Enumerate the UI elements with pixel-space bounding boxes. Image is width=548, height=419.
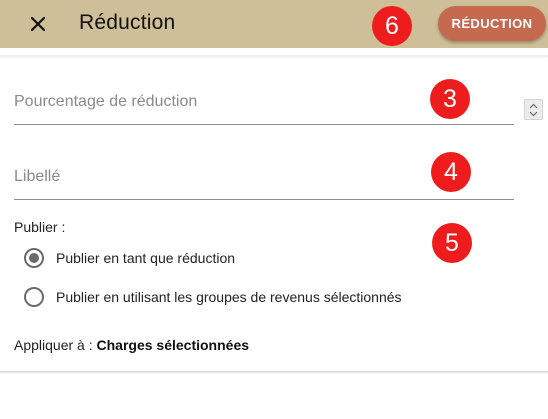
close-button[interactable] <box>22 8 54 40</box>
radio-button-checked[interactable] <box>24 248 44 268</box>
annotation-badge-5: 5 <box>432 223 472 263</box>
reduction-button[interactable]: RÉDUCTION <box>438 6 546 41</box>
spinner-up-icon[interactable] <box>529 102 538 110</box>
annotation-badge-4: 4 <box>431 152 471 192</box>
radio-button-unchecked[interactable] <box>24 287 44 307</box>
number-spinner[interactable] <box>524 99 543 120</box>
spinner-down-icon[interactable] <box>529 110 538 118</box>
page-title: Réduction <box>79 11 176 34</box>
publish-option-label: Publier en utilisant les groupes de reve… <box>56 289 402 305</box>
apply-prefix: Appliquer à : <box>14 337 93 353</box>
publish-option-revenue-groups[interactable]: Publier en utilisant les groupes de reve… <box>24 287 402 307</box>
publish-option-label: Publier en tant que réduction <box>56 250 236 266</box>
apply-to-text: Appliquer à : Charges sélectionnées <box>14 337 249 353</box>
annotation-badge-6: 6 <box>372 6 412 46</box>
panel-divider <box>0 55 548 59</box>
annotation-badge-3: 3 <box>430 79 470 119</box>
panel-bottom-shadow <box>0 371 548 374</box>
close-icon[interactable] <box>30 16 46 32</box>
publish-label: Publier : <box>14 219 66 235</box>
publish-option-reduction[interactable]: Publier en tant que réduction <box>24 248 235 268</box>
percentage-input[interactable] <box>14 88 494 116</box>
top-bar: Réduction RÉDUCTION <box>0 0 548 48</box>
apply-value: Charges sélectionnées <box>96 337 250 353</box>
label-input[interactable] <box>14 163 494 191</box>
